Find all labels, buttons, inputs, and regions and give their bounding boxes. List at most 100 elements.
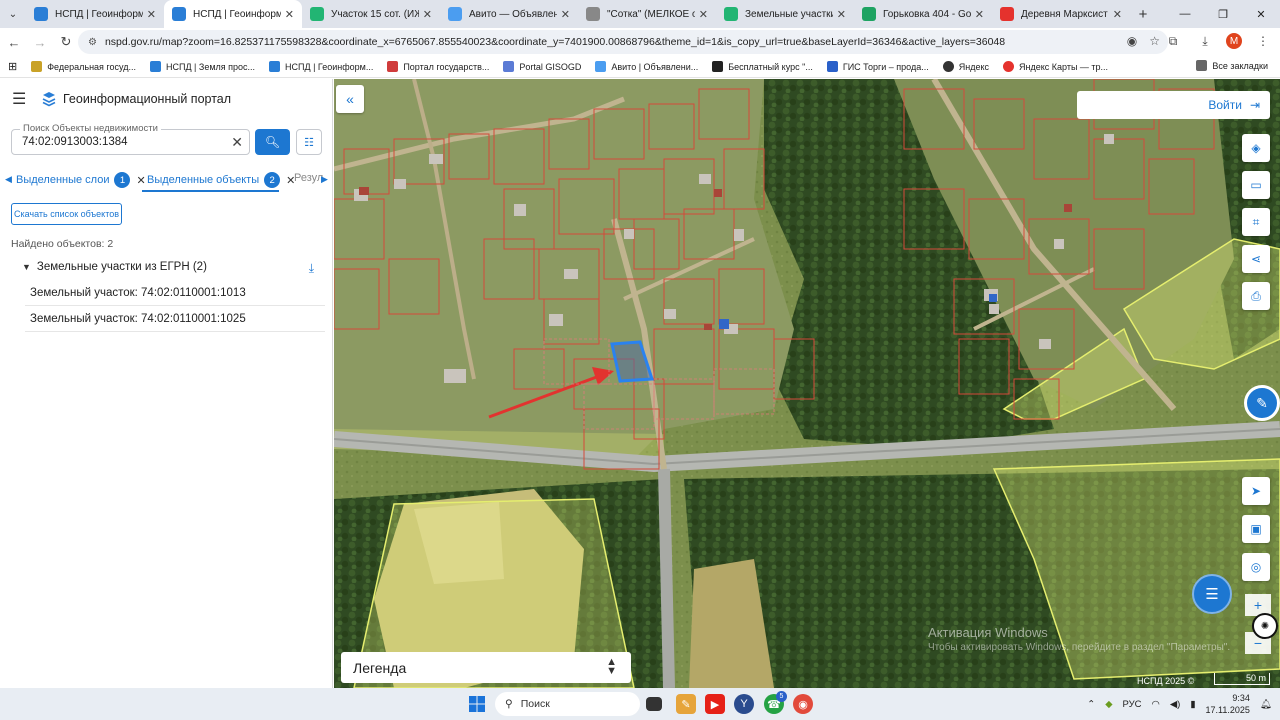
download-icon[interactable]: ⤓ [309,261,314,276]
help-icon[interactable]: ✺ [1252,613,1278,639]
new-tab-button[interactable]: + [1130,0,1156,28]
map-scale: 50 m [1214,673,1270,685]
language-indicator[interactable]: РУС [1123,699,1142,710]
address-bar[interactable]: ⚙ nspd.gov.ru/map?zoom=16.82537117559832… [78,30,1168,54]
back-icon[interactable]: ← [2,30,26,54]
close-icon[interactable]: ✕ [423,8,432,21]
bookmark-8[interactable]: ГИС Торги – прода... [826,61,929,72]
list-item[interactable]: Земельный участок: 74:02:0110001:1025 [25,306,325,332]
close-icon[interactable]: ✕ [1113,8,1122,21]
group-title: Земельные участки из ЕГРН (2) [36,261,207,273]
browser-tab-2[interactable]: НСПД | Геоинформацио✕ [164,0,302,28]
youtube-icon[interactable]: ▶ [705,694,725,714]
share-icon: ⋖ [1250,252,1262,266]
chrome-icon[interactable]: ◉ [793,694,813,714]
bookmark-4[interactable]: Портал государств... [387,61,489,72]
forward-icon[interactable]: → [28,30,52,54]
all-bookmarks[interactable]: Все закладки [1196,60,1268,71]
star-icon[interactable]: ☆ [1149,34,1160,48]
ruler-button[interactable]: ▭ [1242,171,1270,199]
layers-button[interactable]: ◈ [1242,134,1270,162]
close-icon[interactable]: ✕ [147,8,156,21]
battery-icon[interactable]: ▮ [1190,699,1195,710]
task-view-icon[interactable] [646,697,662,711]
map-view[interactable]: « Войти ⇥ ◈ ▭ ⌗ ⋖ ⎙ ✎ ➤ ▣ ◎ ☰ + − ✺ Леген… [334,79,1280,688]
tab-selected-objects[interactable]: Выделенные объекты 2 ✕ [147,172,295,188]
whatsapp-badge: 5 [776,691,787,702]
clock[interactable]: 9:34 17.11.2025 [1206,692,1250,716]
expand-icon[interactable]: ▲ ▼ [606,657,617,677]
notifications-icon[interactable]: 🔔︎ [1260,699,1272,710]
close-icon[interactable]: ✕ [699,8,708,21]
close-icon[interactable]: ✕ [975,8,984,21]
search-label: Поиск Объекты недвижимости [20,123,161,134]
bookmark-2[interactable]: НСПД | Земля прос... [149,61,255,72]
chevron-down-icon[interactable]: ▼ [22,262,31,272]
download-list-button[interactable]: Скачать список объектов [11,203,122,225]
tab-next-icon[interactable]: ▶ [321,174,328,185]
yandex-browser-icon[interactable]: Y [734,694,754,714]
close-icon[interactable]: ✕ [136,174,145,187]
more-menu-icon[interactable]: ⋮ [1252,30,1274,52]
search-input[interactable]: Поиск Объекты недвижимости 74:02:0913003… [11,123,250,155]
bookmark-9[interactable]: Яндекс [942,61,989,72]
browser-tab-3[interactable]: Участок 15 сот. (ИЖС) —✕ [302,0,440,28]
bookmark-10[interactable]: Яндекс Карты — тр... [1003,61,1108,72]
wifi-icon[interactable]: ◠ [1152,699,1160,710]
assistant-button[interactable]: ✎ [1244,385,1280,421]
filter-button[interactable]: ☷ [296,129,322,155]
minimize-icon[interactable]: — [1166,0,1204,28]
browser-tab-4[interactable]: Авито — Объявления на✕ [440,0,578,28]
extensions-icon[interactable]: ⧉ [1162,30,1184,52]
menu-icon[interactable]: ☰ [12,89,34,109]
site-info-icon[interactable]: ⚙ [88,37,97,48]
reload-icon[interactable]: ↻ [54,30,78,54]
close-window-icon[interactable]: ✕ [1242,0,1280,28]
bookmark-6[interactable]: Авито | Объявлени... [595,61,698,72]
list-item[interactable]: Земельный участок: 74:02:0110001:1013 [25,280,325,306]
browser-tab-6[interactable]: Земельные участки в Тк✕ [716,0,854,28]
windows-start-icon[interactable] [469,696,485,712]
bookmark-1[interactable]: Федеральная госуд... [31,61,136,72]
bookmark-3[interactable]: НСПД | Геоинформ... [269,61,373,72]
clear-icon[interactable]: ✕ [231,134,243,151]
close-icon[interactable]: ✕ [561,8,570,21]
close-icon[interactable]: ✕ [837,8,846,21]
share-button[interactable]: ⋖ [1242,245,1270,273]
tab-search-chevron-icon[interactable]: ⌄ [0,0,26,28]
legend-panel[interactable]: Легенда ▲ ▼ [341,652,631,683]
browser-tab-7[interactable]: Горьковка 404 - Google✕ [854,0,992,28]
minimap-button[interactable]: ▣ [1242,515,1270,543]
apps-icon[interactable]: ⊞ [8,60,17,73]
result-tabs: ◀ Выделенные слои 1 ✕ Выделенные объекты 2 ✕… [0,169,333,192]
chevron-up-icon[interactable]: ⌃ [1087,699,1095,710]
restore-icon[interactable]: ❐ [1204,0,1242,28]
login-button[interactable]: Войти ⇥ [1077,91,1270,119]
locate-button[interactable]: ➤ [1242,477,1270,505]
group-header[interactable]: ▼ Земельные участки из ЕГРН (2) ⤓ [22,261,322,276]
tab-selected-layers[interactable]: Выделенные слои 1 ✕ [16,172,146,188]
taskbar-search[interactable]: ⚲ Поиск [495,692,640,716]
active-tab-indicator [142,190,279,192]
tab-prev-icon[interactable]: ◀ [5,174,12,185]
security-icon[interactable]: ◆ [1105,699,1112,710]
area-select-button[interactable]: ⌗ [1242,208,1270,236]
search-button[interactable]: 🔍︎ [255,129,290,155]
browser-tab-1[interactable]: НСПД | Геоинформацио✕ [26,0,164,28]
chat-button[interactable]: ☰ [1192,574,1232,614]
browser-tab-5[interactable]: "Сотка" (МЕЛКОЕ отобр✕ [578,0,716,28]
eye-off-icon[interactable]: ◉ [1127,34,1137,48]
close-icon[interactable]: ✕ [285,8,294,21]
tab-results[interactable]: Резул [294,172,323,184]
pen-app-icon[interactable]: ✎ [676,694,696,714]
download-icon[interactable]: ⤓ [1194,30,1216,52]
login-icon: ⇥ [1249,98,1260,112]
print-button[interactable]: ⎙ [1242,282,1270,310]
profile-avatar[interactable]: M [1226,33,1242,49]
bookmark-5[interactable]: Portal GISOGD [503,61,581,72]
volume-icon[interactable]: ◀) [1170,699,1180,710]
collapse-panel-button[interactable]: « [336,85,364,113]
bookmark-7[interactable]: Бесплатный курс "... [712,61,813,72]
browser-tab-8[interactable]: Деревня Марксист — Ян✕ [992,0,1130,28]
geolocation-button[interactable]: ◎ [1242,553,1270,581]
